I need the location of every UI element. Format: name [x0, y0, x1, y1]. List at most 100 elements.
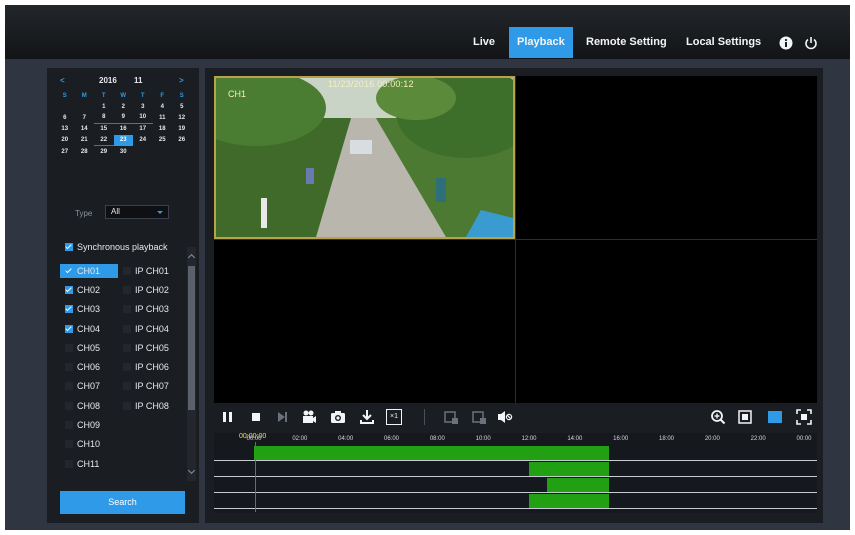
timeline-track[interactable] — [214, 446, 817, 461]
calendar-day[interactable]: 3 — [133, 101, 153, 112]
recording-segment[interactable] — [529, 494, 610, 508]
ip-channel-checkbox[interactable]: IP CH01 — [118, 264, 180, 278]
calendar-day[interactable]: 14 — [75, 124, 95, 135]
power-icon[interactable] — [804, 36, 818, 50]
info-icon[interactable] — [779, 36, 793, 50]
cut-end-icon[interactable] — [471, 409, 487, 425]
calendar-day[interactable]: 5 — [172, 101, 192, 112]
ip-channel-label: IP CH07 — [135, 381, 169, 392]
snapshot-icon[interactable] — [330, 409, 346, 425]
video-tile-4[interactable] — [516, 240, 817, 403]
timeline-track[interactable] — [214, 478, 817, 493]
calendar-day[interactable]: 22 — [94, 135, 114, 146]
channel-list-scrollbar[interactable] — [187, 247, 196, 481]
channel-checkbox-ch02[interactable]: CH02 — [60, 283, 118, 297]
video-tile-ch1[interactable]: 11/23/2016 00:00:12 CH1 — [214, 76, 515, 239]
calendar-day[interactable]: 4 — [153, 101, 173, 112]
calendar-day[interactable]: 16 — [114, 124, 134, 135]
ip-channel-checkbox[interactable]: IP CH06 — [118, 360, 180, 374]
scroll-down-icon[interactable] — [187, 466, 196, 475]
calendar-day[interactable]: 24 — [133, 135, 153, 146]
timeline-cursor[interactable] — [255, 442, 256, 512]
calendar-day[interactable]: 25 — [153, 135, 173, 146]
search-button[interactable]: Search — [60, 491, 185, 514]
channel-checkbox-ch12[interactable]: CH12 — [60, 476, 118, 479]
channel-checkbox-ch01[interactable]: CH01 — [60, 263, 118, 278]
speed-button[interactable]: ×1 — [386, 409, 402, 425]
calendar-day[interactable]: 29 — [94, 146, 114, 157]
ip-channel-checkbox[interactable]: IP CH03 — [118, 302, 180, 316]
channel-checkbox-ch07[interactable]: CH07 — [60, 379, 118, 393]
calendar-day[interactable]: 7 — [75, 112, 95, 123]
ip-channel-checkbox[interactable]: IP CH07 — [118, 379, 180, 393]
calendar-day[interactable]: 8 — [94, 112, 114, 124]
single-view-icon[interactable] — [737, 409, 753, 425]
next-frame-icon[interactable] — [274, 409, 290, 425]
type-select[interactable]: All — [105, 205, 169, 219]
prev-month-button[interactable]: < — [60, 76, 65, 85]
scroll-up-icon[interactable] — [187, 253, 196, 262]
channel-checkbox-ch03[interactable]: CH03 — [60, 302, 118, 316]
checkbox-icon — [123, 401, 131, 410]
calendar-day[interactable]: 6 — [55, 112, 75, 123]
calendar-day[interactable]: 18 — [153, 124, 173, 135]
nav-local-settings[interactable]: Local Settings — [678, 27, 769, 58]
ip-channel-checkbox[interactable]: IP CH04 — [118, 322, 180, 336]
timeline[interactable]: 00:00 02:00 04:00 06:00 08:00 10:00 12:00 14:00… — [214, 433, 817, 513]
download-icon[interactable] — [359, 409, 375, 425]
recording-segment[interactable] — [547, 478, 610, 492]
scroll-thumb[interactable] — [188, 266, 195, 410]
ip-channel-checkbox[interactable]: IP CH02 — [118, 283, 180, 297]
video-tile-3[interactable] — [214, 240, 515, 403]
zoom-in-icon[interactable] — [710, 409, 726, 425]
calendar-day[interactable]: 10 — [133, 112, 153, 124]
sync-playback-checkbox[interactable]: Synchronous playback — [65, 242, 168, 252]
checkbox-icon — [123, 324, 131, 333]
recording-segment[interactable] — [529, 462, 610, 476]
calendar-day[interactable]: 19 — [172, 124, 192, 135]
channel-list: CH01 IP CH01 CH02 IP CH02 CH03 IP CH03 CH04 IP … — [60, 261, 184, 479]
ip-channel-checkbox[interactable]: IP CH05 — [118, 341, 180, 355]
calendar-day[interactable]: 9 — [113, 112, 133, 124]
nav-live[interactable]: Live — [465, 27, 503, 58]
calendar-day[interactable]: 1 — [94, 101, 114, 112]
calendar-day[interactable]: 12 — [172, 112, 192, 123]
calendar-day[interactable]: 27 — [55, 146, 75, 157]
timeline-tick-label: 16:00 — [613, 436, 629, 442]
calendar-day[interactable]: 20 — [55, 135, 75, 146]
checkbox-icon — [65, 324, 73, 333]
nav-remote-setting[interactable]: Remote Setting — [578, 27, 675, 58]
channel-checkbox-ch08[interactable]: CH08 — [60, 399, 118, 413]
calendar-day[interactable]: 26 — [172, 135, 192, 146]
calendar-day[interactable]: 11 — [153, 112, 173, 123]
channel-checkbox-ch05[interactable]: CH05 — [60, 341, 118, 355]
calendar-day[interactable]: 17 — [133, 124, 153, 135]
channel-checkbox-ch11[interactable]: CH11 — [60, 457, 118, 471]
stop-icon[interactable] — [248, 409, 264, 425]
calendar-day[interactable]: 30 — [114, 146, 134, 157]
calendar-day[interactable]: 21 — [75, 135, 95, 146]
timeline-track[interactable] — [214, 494, 817, 509]
fullscreen-icon[interactable] — [796, 409, 812, 425]
channel-checkbox-ch06[interactable]: CH06 — [60, 360, 118, 374]
video-clip-icon[interactable] — [301, 409, 317, 425]
calendar-day[interactable]: 15 — [94, 124, 114, 135]
channel-checkbox-ch04[interactable]: CH04 — [60, 322, 118, 336]
ip-channel-label: IP CH02 — [135, 284, 169, 295]
quad-view-icon[interactable] — [767, 409, 783, 425]
ip-channel-checkbox[interactable]: IP CH08 — [118, 399, 180, 413]
calendar-day[interactable]: 23 — [113, 134, 133, 146]
video-tile-2[interactable] — [516, 76, 817, 239]
timeline-track[interactable] — [214, 462, 817, 477]
pause-icon[interactable] — [220, 409, 236, 425]
cut-start-icon[interactable] — [443, 409, 459, 425]
calendar-day[interactable]: 13 — [55, 124, 75, 135]
calendar-day[interactable]: 28 — [75, 146, 95, 157]
nav-playback[interactable]: Playback — [509, 27, 573, 58]
recording-segment[interactable] — [254, 446, 610, 460]
next-month-button[interactable]: > — [179, 76, 184, 85]
calendar-day[interactable]: 2 — [114, 101, 134, 112]
channel-checkbox-ch10[interactable]: CH10 — [60, 437, 118, 451]
channel-checkbox-ch09[interactable]: CH09 — [60, 418, 118, 432]
mute-icon[interactable] — [497, 409, 513, 425]
